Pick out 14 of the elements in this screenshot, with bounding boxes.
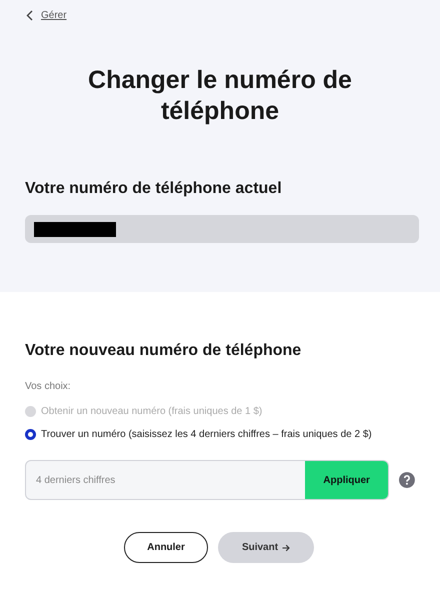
cancel-button[interactable]: Annuler [124,532,208,563]
section-heading: Votre numéro de téléphone actuel [25,179,283,199]
section-heading: Votre nouveau numéro de téléphone [25,341,302,361]
back-chevron-icon [26,10,33,21]
back-link[interactable]: Gérer [41,8,67,23]
radio-button[interactable] [25,429,36,440]
arrow-right-icon [282,544,290,552]
digits-field[interactable]: 4 derniers chiffres Appliquer [25,460,390,500]
radio-label: Trouver un numéro (saisissez les 4 derniers chiffres – frais uniques de 2 $) [41,428,372,442]
apply-button[interactable]: Appliquer [305,461,388,499]
choices-label: Vos choix: [25,380,72,394]
help-icon[interactable] [399,472,415,488]
radio-label: Obtenir un nouveau numéro (frais uniques de 1 $) [41,405,262,419]
page-title: Changer le numéro de téléphone [87,65,353,127]
